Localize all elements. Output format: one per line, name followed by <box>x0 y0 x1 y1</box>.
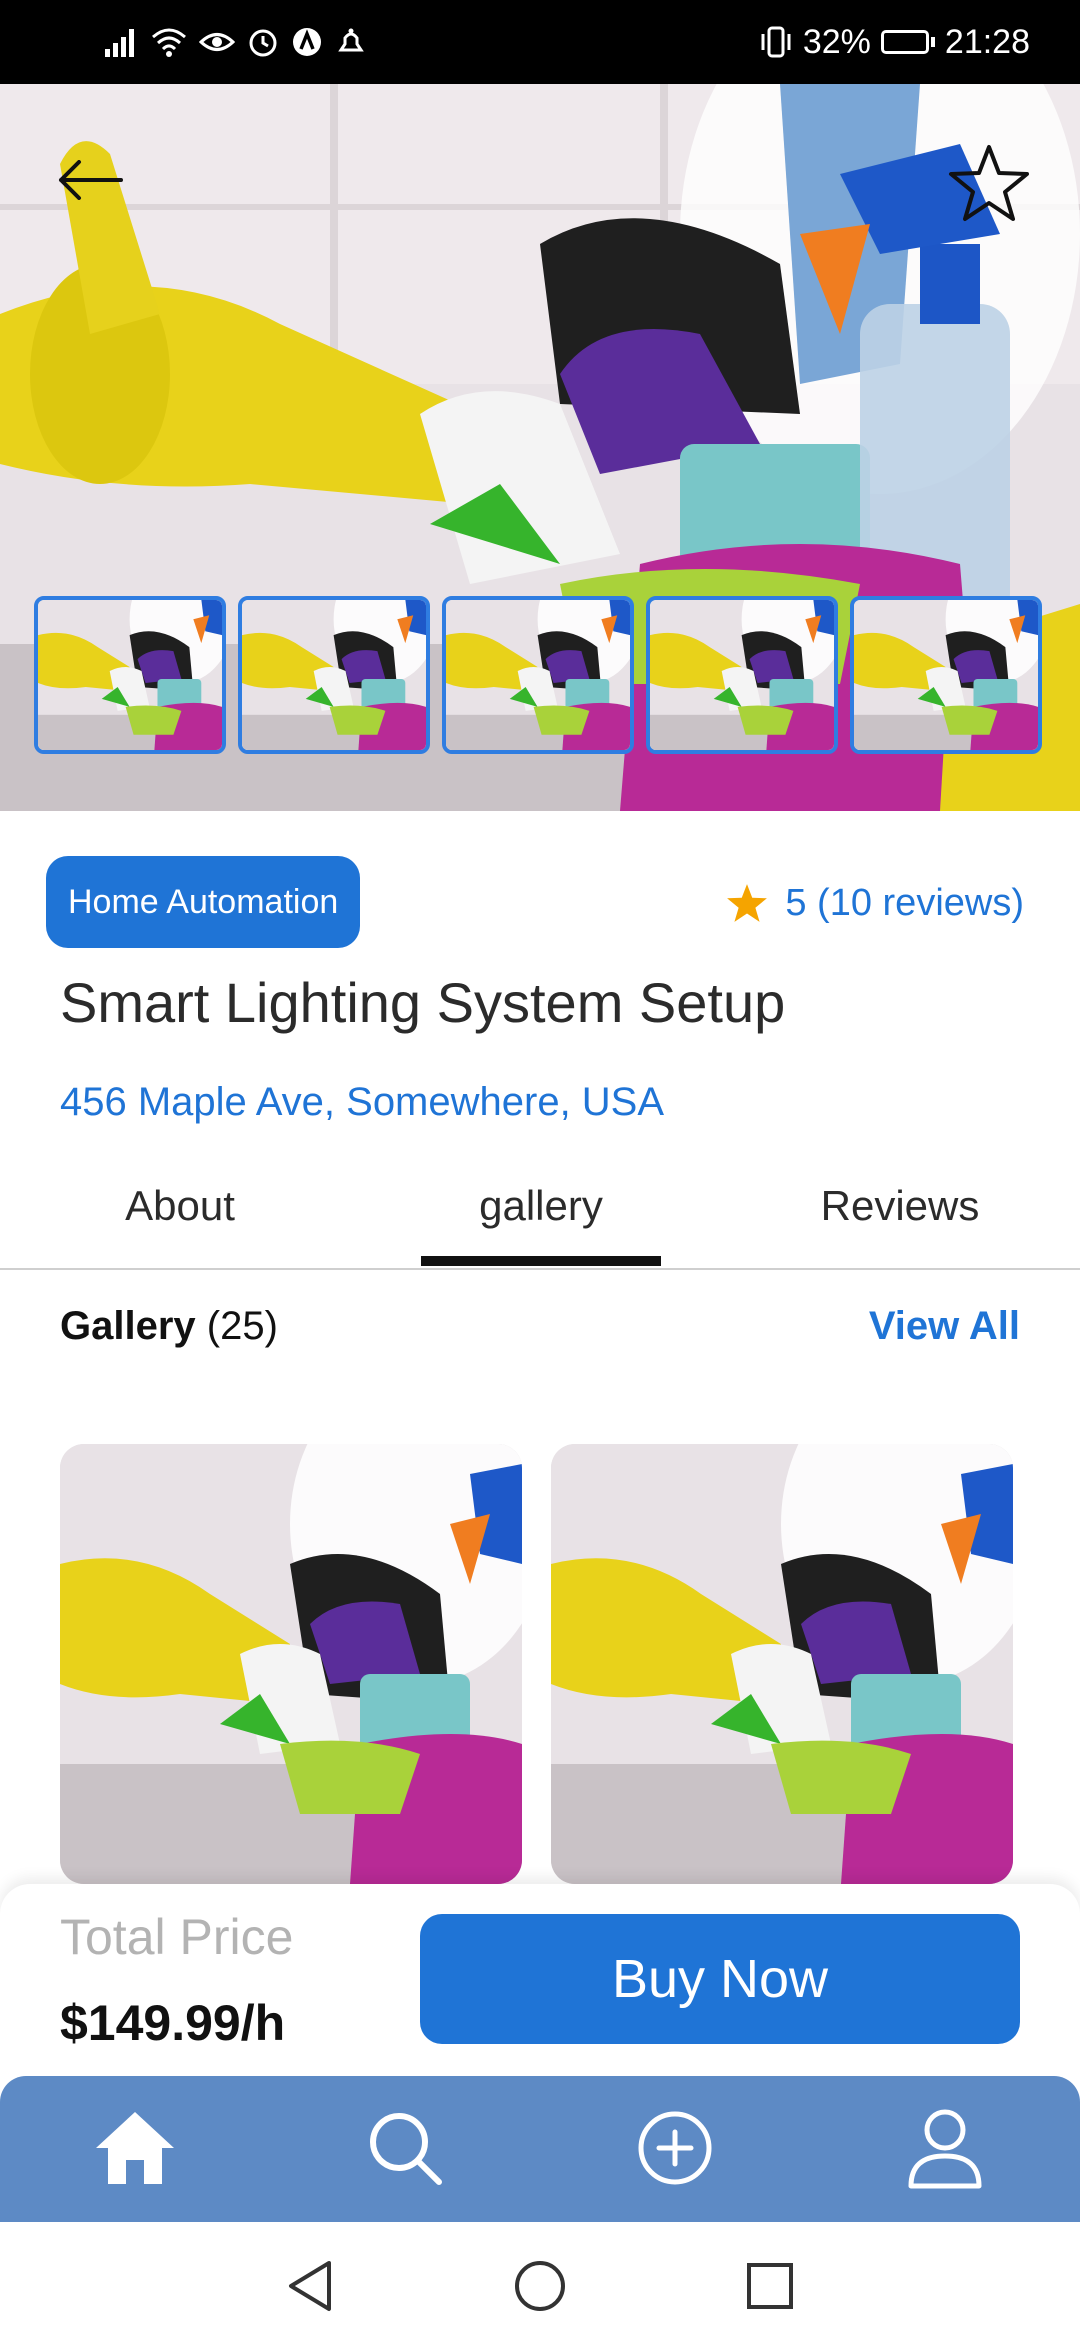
category-badge: Home Automation <box>46 856 361 948</box>
thumbnail-strip <box>34 596 1042 754</box>
add-circle-icon <box>638 2111 712 2185</box>
rating: 5 (10 reviews) <box>725 880 1024 926</box>
gallery-heading: Gallery (25) <box>60 1304 278 1349</box>
tab-about[interactable]: About <box>60 1182 300 1230</box>
home-icon <box>96 2112 174 2184</box>
star-filled-icon <box>727 884 768 922</box>
tab-reviews[interactable]: Reviews <box>780 1182 1020 1230</box>
thumbnail[interactable] <box>442 596 634 754</box>
status-icons-right: 32% 21:28 <box>759 20 1030 64</box>
gallery-count: (25) <box>206 1304 278 1348</box>
rating-value: 5 <box>785 881 807 924</box>
thumbnail[interactable] <box>646 596 838 754</box>
tab-gallery[interactable]: gallery <box>421 1182 661 1230</box>
eye-icon <box>199 33 235 51</box>
clock: 21:28 <box>944 22 1030 61</box>
favorite-button[interactable] <box>944 138 1034 228</box>
wifi-icon <box>152 28 186 57</box>
search-icon <box>370 2113 442 2185</box>
nav-search[interactable] <box>355 2098 455 2198</box>
thumbnail[interactable] <box>238 596 430 754</box>
gallery-image[interactable] <box>60 1444 522 1884</box>
price-value: $149.99/h <box>60 1995 286 2051</box>
battery-percent: 32% <box>802 22 871 61</box>
system-recents-button[interactable] <box>740 2256 800 2316</box>
battery-icon <box>880 30 929 54</box>
notification-bell-icon <box>338 28 364 52</box>
thumbnail[interactable] <box>850 596 1042 754</box>
bottom-nav <box>0 2076 1080 2222</box>
nav-home[interactable] <box>85 2098 185 2198</box>
arrow-left-icon <box>59 160 123 200</box>
buy-now-button[interactable]: Buy Now <box>420 1914 1020 2044</box>
status-bar: 32% 21:28 <box>0 0 1080 84</box>
status-icons-left <box>105 20 367 64</box>
system-nav-bar <box>0 2222 1080 2340</box>
service-address[interactable]: 456 Maple Ave, Somewhere, USA <box>60 1080 664 1125</box>
hero-image <box>0 84 1080 811</box>
system-home-button[interactable] <box>510 2256 570 2316</box>
star-outline-icon <box>949 145 1029 221</box>
signal-icon <box>105 29 134 57</box>
gallery-image[interactable] <box>551 1444 1013 1884</box>
app-a-icon <box>293 28 321 56</box>
battery-cap <box>930 37 935 47</box>
vibrate-icon <box>761 26 791 58</box>
service-title: Smart Lighting System Setup <box>60 971 786 1034</box>
price-label: Total Price <box>60 1909 294 1965</box>
profile-icon <box>908 2109 982 2189</box>
gallery-title: Gallery <box>60 1304 196 1348</box>
home-circle-icon <box>515 2261 565 2311</box>
tab-bar: About gallery Reviews <box>0 1168 1080 1270</box>
alarm-icon <box>249 29 277 57</box>
thumbnail[interactable] <box>34 596 226 754</box>
system-back-button[interactable] <box>280 2256 340 2316</box>
active-tab-indicator <box>421 1256 661 1266</box>
back-triangle-icon <box>289 2261 331 2311</box>
back-button[interactable] <box>50 150 130 210</box>
view-all-link[interactable]: View All <box>869 1304 1020 1349</box>
recents-square-icon <box>747 2263 793 2309</box>
review-count[interactable]: (10 reviews) <box>817 882 1024 924</box>
nav-add[interactable] <box>625 2098 725 2198</box>
nav-profile[interactable] <box>895 2098 995 2198</box>
